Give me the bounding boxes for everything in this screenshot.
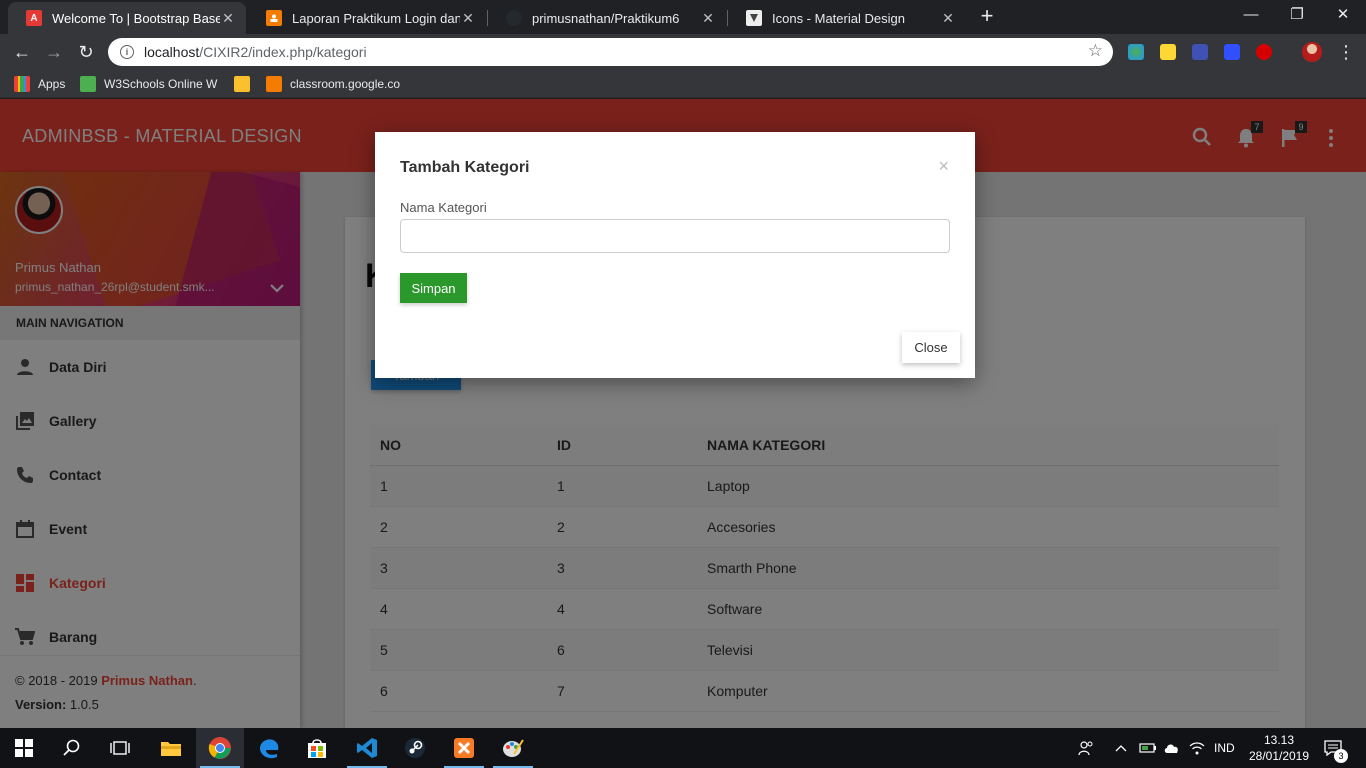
vscode-icon[interactable] xyxy=(343,728,391,768)
category-name-input[interactable] xyxy=(400,219,950,253)
start-button[interactable] xyxy=(0,728,48,768)
browser-tab[interactable]: primusnathan/Praktikum6 ✕ xyxy=(488,2,726,34)
taskbar-clock[interactable]: 13.13 28/01/2019 xyxy=(1244,732,1314,764)
show-hidden-icons-icon[interactable] xyxy=(1115,728,1127,768)
reload-icon[interactable]: ↻ xyxy=(74,40,98,64)
site-info-icon[interactable]: i xyxy=(120,45,134,59)
bookmark-label: classroom.google.co xyxy=(290,77,401,91)
url-host: localhost xyxy=(144,44,200,60)
battery-icon[interactable] xyxy=(1139,728,1157,768)
github-favicon-icon xyxy=(506,10,522,26)
w3schools-icon xyxy=(80,76,96,92)
restore-icon[interactable]: ❐ xyxy=(1274,0,1320,30)
chrome-icon[interactable] xyxy=(196,728,244,768)
clock-date: 28/01/2019 xyxy=(1248,749,1310,763)
save-button[interactable]: Simpan xyxy=(400,273,467,303)
classroom-icon xyxy=(266,76,282,92)
edge-icon[interactable] xyxy=(245,728,293,768)
search-icon[interactable] xyxy=(48,728,96,768)
extension-icon[interactable] xyxy=(1224,44,1240,60)
browser-tab[interactable]: Icons - Material Design ✕ xyxy=(728,2,966,34)
blogger-favicon-icon xyxy=(266,10,282,26)
windows-logo-icon xyxy=(15,739,33,757)
back-icon[interactable]: ← xyxy=(10,40,34,64)
wifi-icon[interactable] xyxy=(1189,728,1205,768)
cloud-sync-icon[interactable] xyxy=(1163,728,1181,768)
file-explorer-icon[interactable] xyxy=(147,728,195,768)
bookmarks-bar: Apps W3Schools Online W classroom.google… xyxy=(0,70,1366,98)
extension-icon[interactable] xyxy=(1192,44,1208,60)
people-icon[interactable] xyxy=(1078,728,1094,768)
tab-title: Icons - Material Design xyxy=(772,10,905,26)
chrome-menu-icon[interactable]: ⋮ xyxy=(1334,40,1358,64)
browser-tab[interactable]: Laporan Praktikum Login dan CR ✕ xyxy=(248,2,486,34)
bookmark-classroom-1[interactable] xyxy=(234,75,258,93)
extension-icon[interactable] xyxy=(1160,44,1176,60)
notification-count-badge: 3 xyxy=(1334,749,1348,763)
clock-time: 13.13 xyxy=(1263,733,1295,747)
extension-icon[interactable] xyxy=(1128,44,1144,60)
bookmark-w3schools[interactable]: W3Schools Online W xyxy=(80,75,217,93)
bookmark-classroom[interactable]: classroom.google.co xyxy=(266,75,400,93)
task-view-icon[interactable] xyxy=(96,728,144,768)
windows-taskbar: IND 13.13 28/01/2019 xyxy=(0,728,1366,768)
close-button[interactable]: Close xyxy=(902,332,960,363)
add-category-modal: Tambah Kategori × Nama Kategori Simpan C… xyxy=(375,132,975,378)
web-page: ADMINBSB - MATERIAL DESIGN 7 9 Primus Na… xyxy=(0,99,1366,728)
language-indicator[interactable]: IND xyxy=(1214,728,1235,768)
profile-avatar[interactable] xyxy=(1302,42,1322,62)
forward-icon[interactable]: → xyxy=(42,40,66,64)
extension-icon[interactable] xyxy=(1256,44,1272,60)
xampp-icon[interactable] xyxy=(440,728,488,768)
bookmark-label: W3Schools Online W xyxy=(104,77,218,91)
bookmark-apps[interactable]: Apps xyxy=(14,75,65,93)
browser-tabbar: A Welcome To | Bootstrap Based Ac ✕ Lapo… xyxy=(0,0,1366,34)
bookmark-star-icon[interactable]: ☆ xyxy=(1088,41,1103,61)
close-window-icon[interactable]: ✕ xyxy=(1320,0,1366,30)
material-design-favicon-icon xyxy=(746,10,762,26)
address-bar[interactable]: i localhost/CIXIR2/index.php/kategori ☆ xyxy=(108,38,1113,66)
modal-title: Tambah Kategori xyxy=(400,159,530,176)
new-tab-icon[interactable]: + xyxy=(975,5,999,29)
classroom-icon xyxy=(234,76,250,92)
browser-tab[interactable]: A Welcome To | Bootstrap Based Ac ✕ xyxy=(8,2,246,34)
apps-grid-icon xyxy=(14,76,30,92)
category-name-label: Nama Kategori xyxy=(400,200,487,215)
close-tab-icon[interactable]: ✕ xyxy=(460,10,476,27)
tab-title: Welcome To | Bootstrap Based Ac xyxy=(52,10,220,26)
bookmark-label: Apps xyxy=(38,77,66,91)
close-tab-icon[interactable]: ✕ xyxy=(220,10,236,27)
close-tab-icon[interactable]: ✕ xyxy=(940,10,956,27)
tab-title: primusnathan/Praktikum6 xyxy=(532,10,680,26)
paint-icon[interactable] xyxy=(489,728,537,768)
minimize-icon[interactable]: — xyxy=(1228,0,1274,30)
steam-icon[interactable] xyxy=(391,728,439,768)
close-tab-icon[interactable]: ✕ xyxy=(700,10,716,27)
browser-toolbar: ← → ↻ i localhost/CIXIR2/index.php/kateg… xyxy=(0,34,1366,70)
url-path: /CIXIR2/index.php/kategori xyxy=(199,44,367,60)
store-icon[interactable] xyxy=(293,728,341,768)
tab-title: Laporan Praktikum Login dan CR xyxy=(292,10,460,26)
adminbsb-favicon-icon: A xyxy=(26,10,42,26)
close-icon[interactable]: × xyxy=(938,156,949,177)
